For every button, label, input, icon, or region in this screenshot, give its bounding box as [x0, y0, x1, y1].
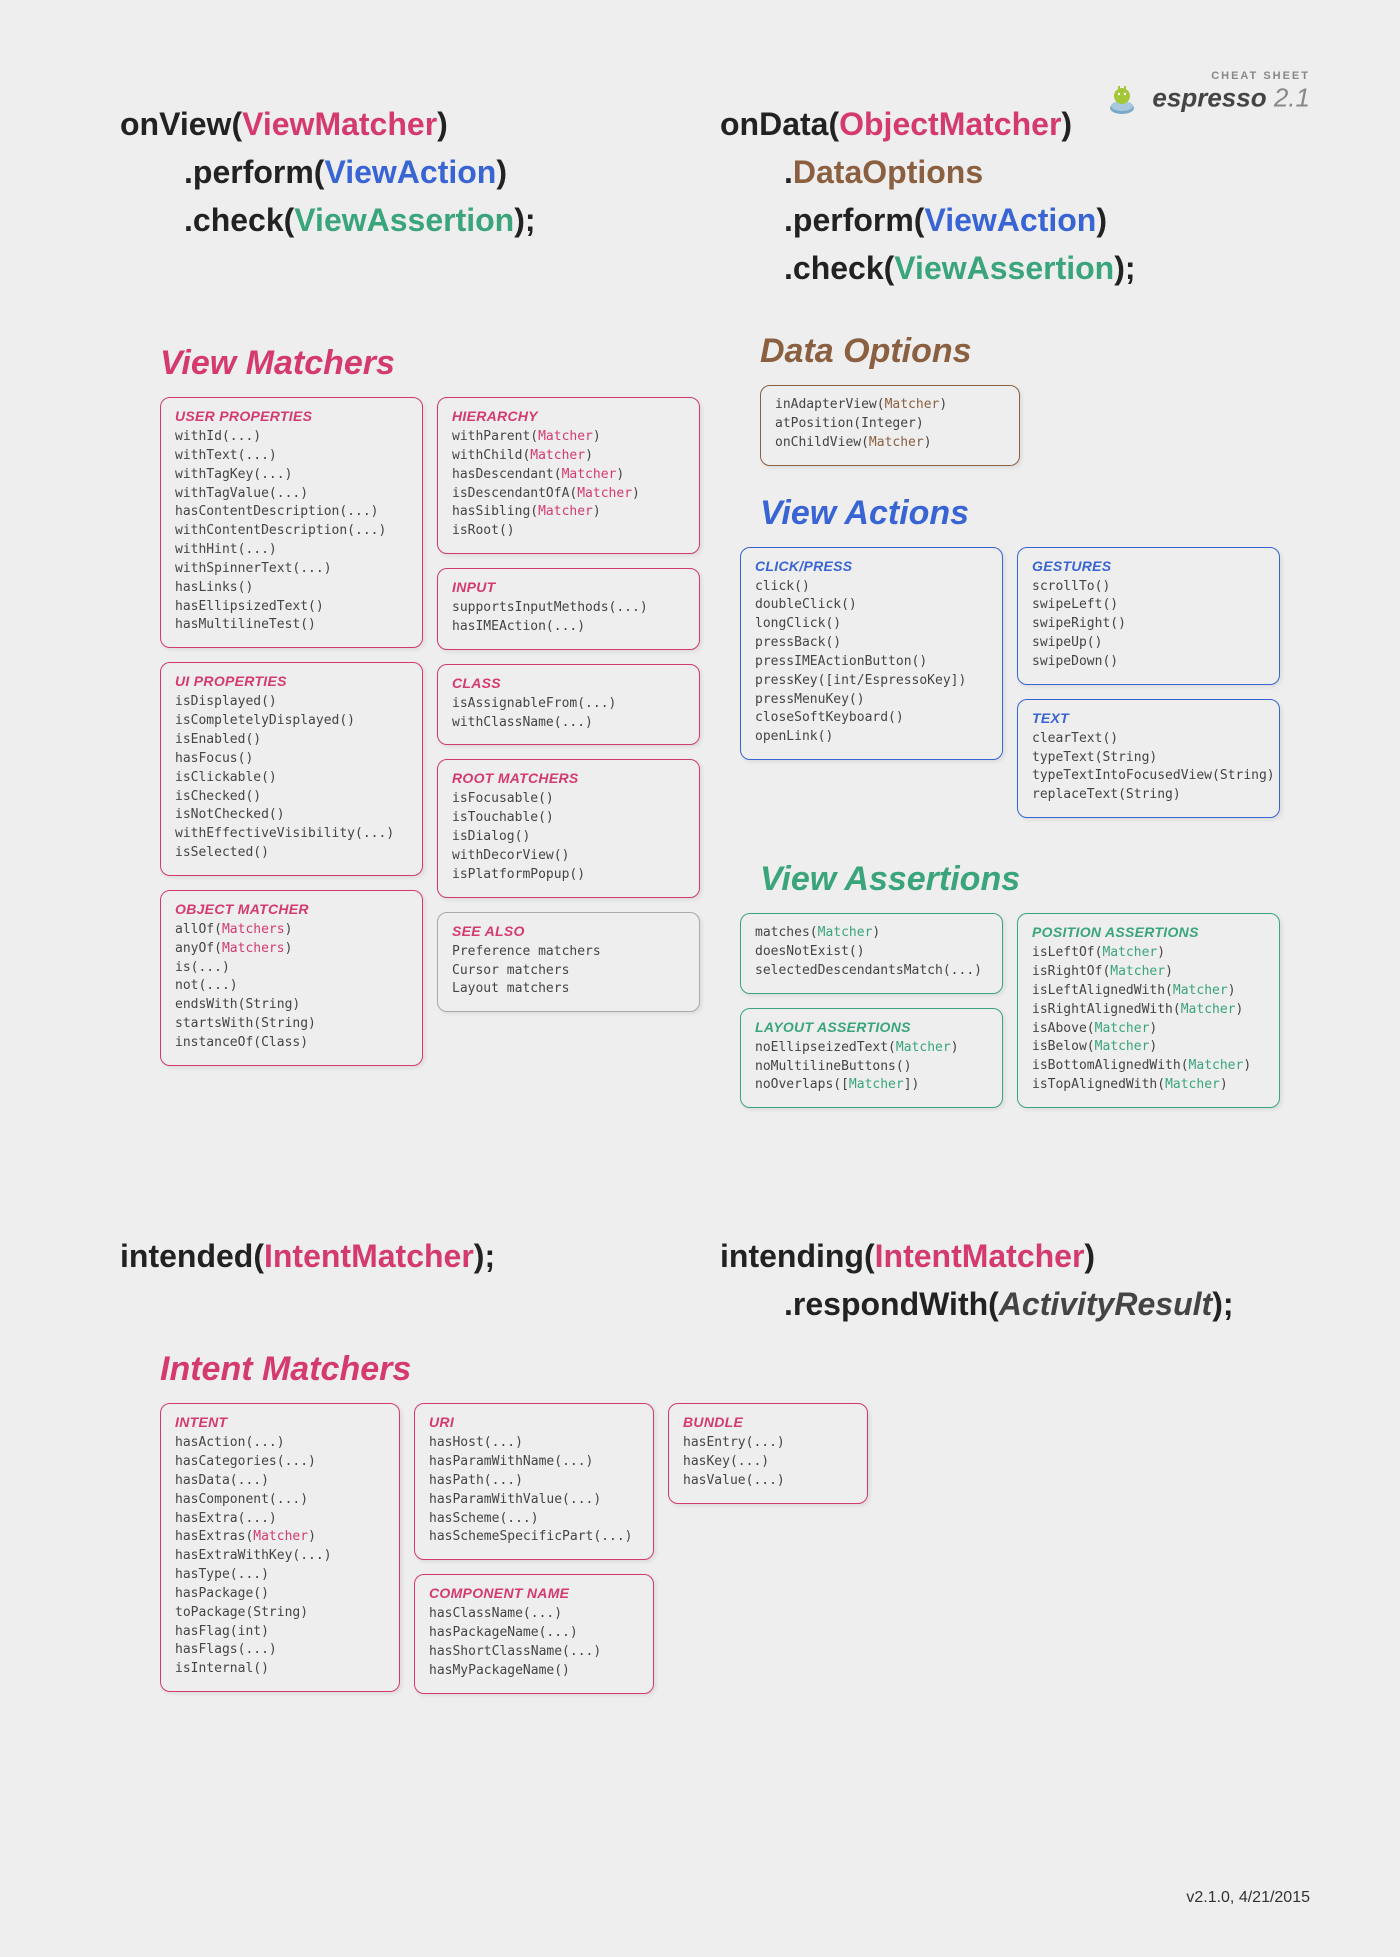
content-row: View Matchers USER PROPERTIES withId(...… — [120, 322, 1280, 1122]
card-data-options: inAdapterView(Matcher) atPosition(Intege… — [760, 385, 1020, 466]
logo-tag: CHEAT SHEET — [1104, 70, 1310, 82]
card-intent: INTENT hasAction(...) hasCategories(...)… — [160, 1403, 400, 1692]
card-position-assertions: POSITION ASSERTIONS isLeftOf(Matcher) is… — [1017, 913, 1280, 1108]
android-cup-icon — [1104, 82, 1140, 123]
section-intent-matchers: Intent Matchers — [160, 1350, 1280, 1389]
section-view-assertions: View Assertions — [760, 860, 1280, 899]
ondata-block: onData(ObjectMatcher) .DataOptions .perf… — [720, 100, 1280, 292]
card-user-properties: USER PROPERTIES withId(...) withText(...… — [160, 397, 423, 648]
logo: CHEAT SHEET espresso 2.1 — [1104, 70, 1310, 123]
onview-block: onView(ViewMatcher) .perform(ViewAction)… — [120, 100, 680, 292]
footer-version: v2.1.0, 4/21/2015 — [1186, 1889, 1310, 1907]
intent-api-row: intended(IntentMatcher); intending(Inten… — [120, 1232, 1280, 1328]
card-ui-properties: UI PROPERTIES isDisplayed() isCompletely… — [160, 662, 423, 876]
card-assertions: matches(Matcher) doesNotExist() selected… — [740, 913, 1003, 994]
card-click-press: CLICK/PRESS click() doubleClick() longCl… — [740, 547, 1003, 761]
intending-block: intending(IntentMatcher) .respondWith(Ac… — [720, 1232, 1280, 1328]
card-hierarchy: HIERARCHY withParent(Matcher) withChild(… — [437, 397, 700, 554]
card-component-name: COMPONENT NAME hasClassName(...) hasPack… — [414, 1574, 654, 1693]
card-root-matchers: ROOT MATCHERS isFocusable() isTouchable(… — [437, 759, 700, 897]
section-view-matchers: View Matchers — [160, 344, 700, 383]
card-gestures: GESTURES scrollTo() swipeLeft() swipeRig… — [1017, 547, 1280, 685]
card-input: INPUT supportsInputMethods(...) hasIMEAc… — [437, 568, 700, 650]
card-object-matcher: OBJECT MATCHER allOf(Matchers) anyOf(Mat… — [160, 890, 423, 1066]
card-layout-assertions: LAYOUT ASSERTIONS noEllipseizedText(Matc… — [740, 1008, 1003, 1109]
right-column: Data Options inAdapterView(Matcher) atPo… — [740, 322, 1280, 1122]
card-bundle: BUNDLE hasEntry(...) hasKey(...) hasValu… — [668, 1403, 868, 1504]
section-data-options: Data Options — [760, 332, 1280, 371]
card-see-also: SEE ALSO Preference matchers Cursor matc… — [437, 912, 700, 1013]
left-column: View Matchers USER PROPERTIES withId(...… — [120, 322, 700, 1122]
card-class: CLASS isAssignableFrom(...) withClassNam… — [437, 664, 700, 746]
intended-block: intended(IntentMatcher); — [120, 1232, 680, 1328]
card-uri: URI hasHost(...) hasParamWithName(...) h… — [414, 1403, 654, 1560]
logo-name: espresso 2.1 — [1152, 83, 1310, 113]
section-view-actions: View Actions — [760, 494, 1280, 533]
intent-matchers-block: Intent Matchers INTENT hasAction(...) ha… — [120, 1350, 1280, 1707]
api-row: onView(ViewMatcher) .perform(ViewAction)… — [120, 100, 1280, 292]
card-text: TEXT clearText() typeText(String) typeTe… — [1017, 699, 1280, 818]
